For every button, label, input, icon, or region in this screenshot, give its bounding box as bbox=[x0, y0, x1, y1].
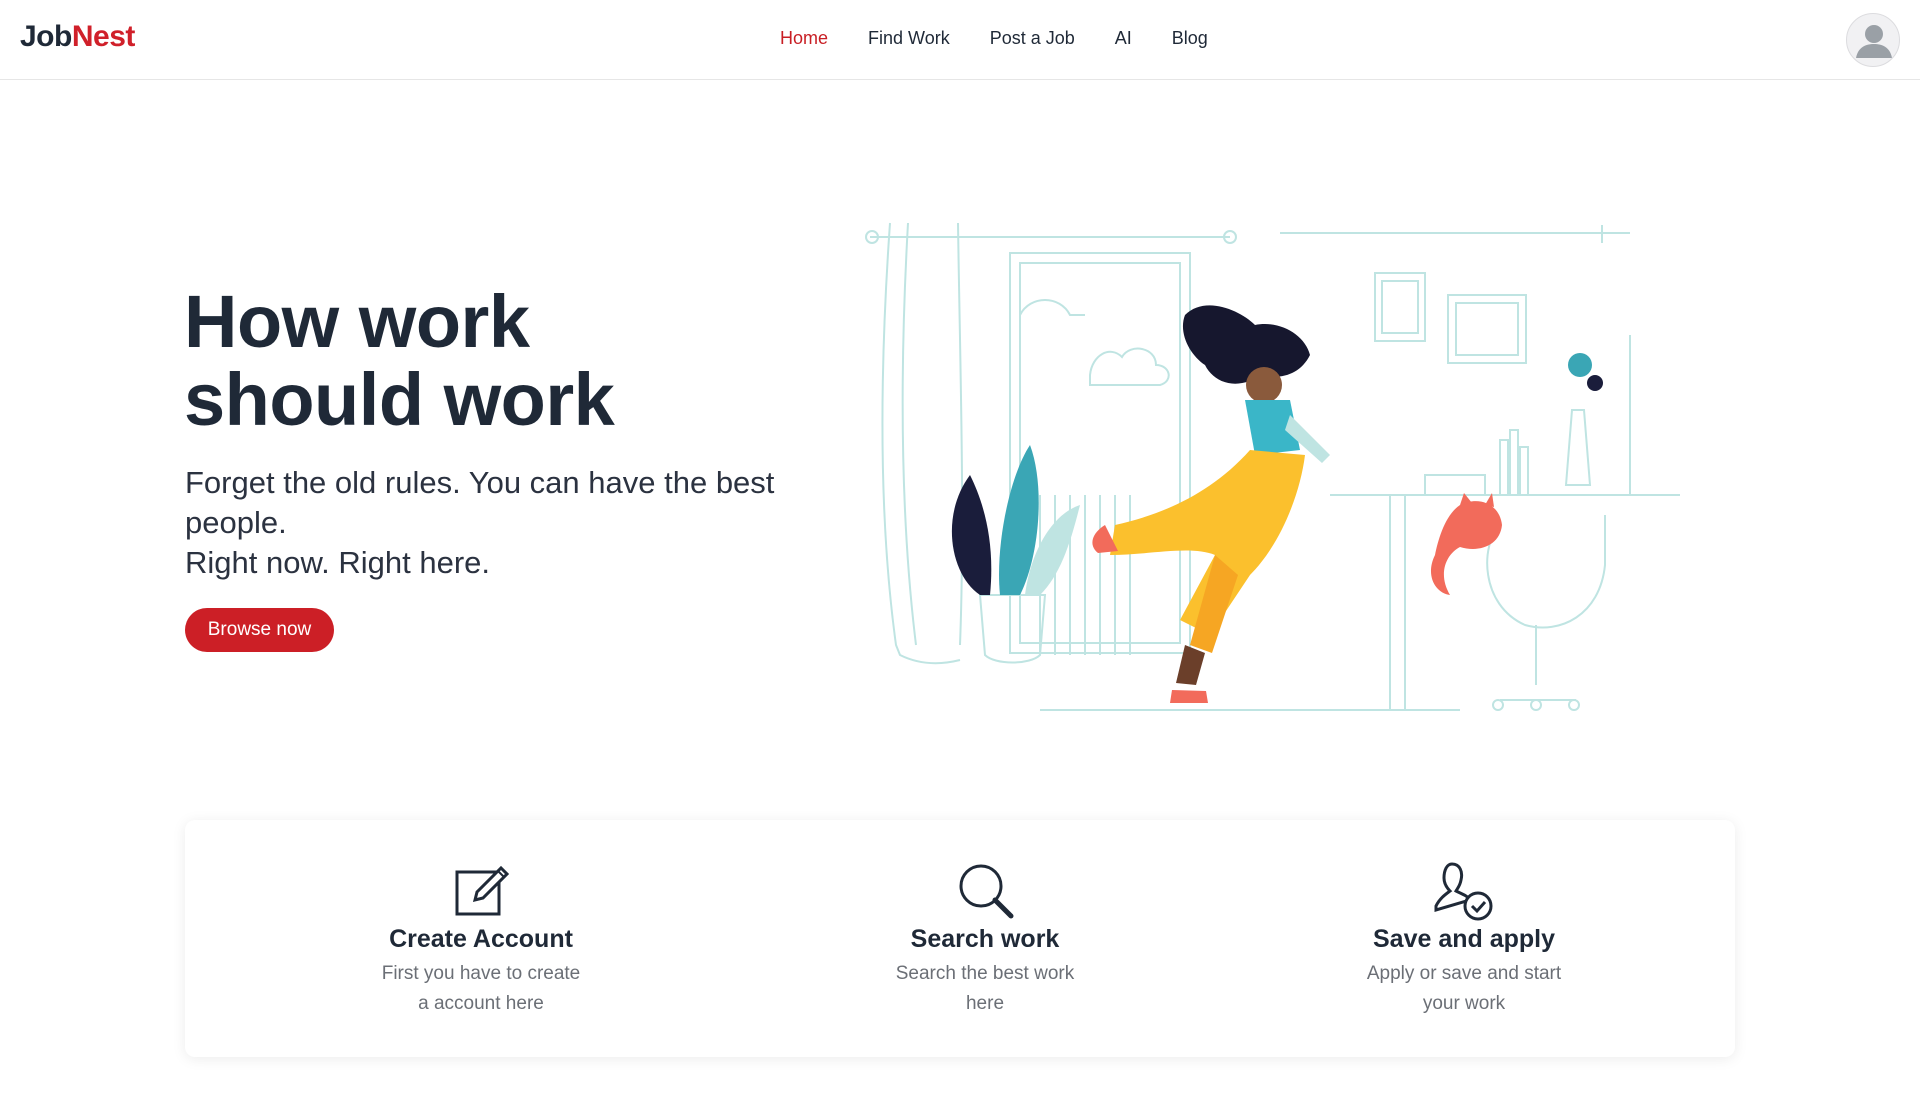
edit-icon bbox=[455, 865, 510, 916]
main-nav: Home Find Work Post a Job AI Blog bbox=[760, 28, 1228, 49]
hero-subtitle-line-1: Forget the old rules. You can have the b… bbox=[185, 465, 775, 540]
feature-description: First you have to create a account here bbox=[381, 963, 581, 1014]
nav-link-find-work[interactable]: Find Work bbox=[848, 28, 970, 49]
brand-logo-part-2: Nest bbox=[71, 20, 136, 53]
top-navbar: JobNest Home Find Work Post a Job AI Blo… bbox=[0, 0, 1920, 80]
nav-link-blog[interactable]: Blog bbox=[1152, 28, 1228, 49]
nav-link-ai[interactable]: AI bbox=[1095, 28, 1152, 49]
feature-description: Search the best work here bbox=[895, 963, 1075, 1014]
hero-subtitle-line-2: Right now. Right here. bbox=[185, 545, 491, 580]
nav-link-post-a-job[interactable]: Post a Job bbox=[970, 28, 1095, 49]
hero-illustration bbox=[865, 222, 1680, 711]
hero-subtitle: Forget the old rules. You can have the b… bbox=[185, 463, 785, 583]
nav-link-home[interactable]: Home bbox=[760, 28, 848, 49]
feature-title: Search work bbox=[910, 925, 1060, 953]
feature-title: Save and apply bbox=[1372, 925, 1556, 953]
how-it-works-card: Create Account First you have to create … bbox=[185, 820, 1735, 1057]
hero-title: How work should work bbox=[184, 283, 744, 439]
feature-title: Create Account bbox=[389, 925, 573, 953]
hero-title-line-2: should work bbox=[184, 358, 615, 441]
search-icon bbox=[959, 864, 1014, 919]
brand-logo[interactable]: JobNest bbox=[20, 20, 135, 54]
user-check-icon bbox=[1434, 862, 1493, 921]
brand-logo-part-1: Job bbox=[20, 20, 72, 53]
hero-title-line-1: How work bbox=[184, 280, 530, 363]
user-avatar[interactable] bbox=[1846, 13, 1900, 67]
browse-now-button[interactable]: Browse now bbox=[185, 608, 334, 652]
user-icon bbox=[1856, 25, 1892, 58]
feature-description: Apply or save and start your work bbox=[1366, 963, 1562, 1014]
